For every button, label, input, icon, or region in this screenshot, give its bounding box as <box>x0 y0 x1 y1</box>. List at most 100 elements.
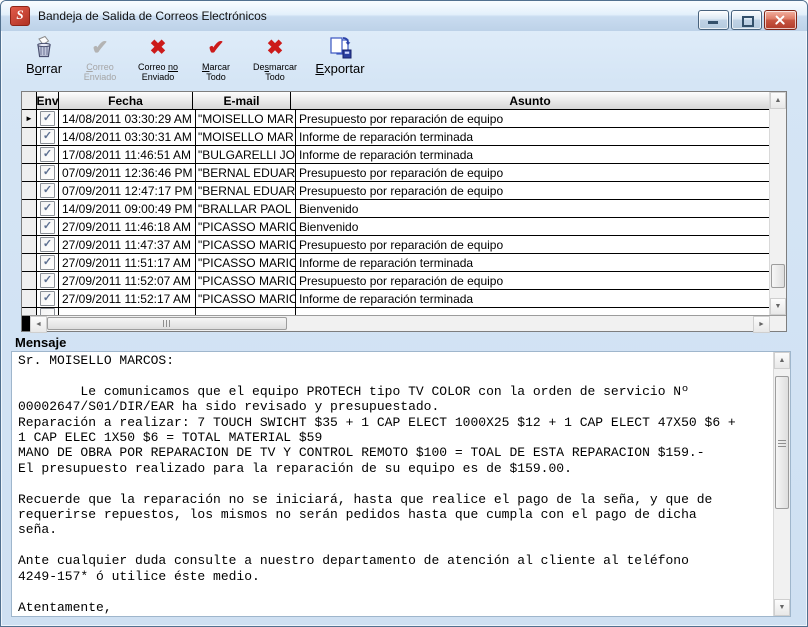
check-icon: ✓ <box>43 203 52 214</box>
cell-fecha: 07/09/2011 12:36:46 PM <box>59 164 196 181</box>
cell-email: "PICASSO MARIO <box>196 218 296 235</box>
check-icon: ✓ <box>43 275 52 286</box>
app-icon: S <box>10 6 30 26</box>
cell-fecha: 27/09/2011 11:51:17 AM <box>59 254 196 271</box>
cell-fecha: 07/09/2011 12:47:17 PM <box>59 182 196 199</box>
table-row[interactable]: ✓ 27/09/2011 11:51:17 AM "PICASSO MARIO … <box>22 254 769 272</box>
borrar-button[interactable]: Borrar <box>15 34 73 88</box>
env-checkbox[interactable]: ✓ <box>40 237 55 252</box>
grid-header: Env Fecha E-mail Asunto <box>22 92 769 110</box>
cell-email: "BRALLAR PAOL <box>196 200 296 217</box>
cell-fecha: 27/09/2011 11:47:37 AM <box>59 236 196 253</box>
cell-email: "PICASSO MARIO <box>196 272 296 289</box>
env-checkbox[interactable] <box>40 308 55 315</box>
arrow-right-icon: ► <box>758 321 765 328</box>
cell-email: "MOISELLO MAR <box>196 128 296 145</box>
col-header-email[interactable]: E-mail <box>193 92 291 109</box>
grid-vertical-scrollbar[interactable]: ▲ ▼ <box>769 92 786 315</box>
cell-asunto: Bienvenido <box>296 218 769 235</box>
cell-fecha: 27/09/2011 11:46:18 AM <box>59 218 196 235</box>
thumb-grip <box>163 320 172 327</box>
cell-email: "BERNAL EDUAR <box>196 182 296 199</box>
check-gray-icon: ✔ <box>92 37 109 59</box>
close-button[interactable] <box>764 10 797 30</box>
exportar-button[interactable]: Exportar <box>309 34 371 88</box>
table-row[interactable]: ✓ 07/09/2011 12:36:46 PM "BERNAL EDUAR P… <box>22 164 769 182</box>
col-header-asunto[interactable]: Asunto <box>291 92 769 109</box>
scroll-right-button[interactable]: ► <box>753 316 770 333</box>
cell-email: "BERNAL EDUAR <box>196 164 296 181</box>
marcar-todo-button[interactable]: ✔ Marcar Todo <box>191 34 241 88</box>
correo-enviado-label: Correo Enviado <box>84 62 117 82</box>
table-row[interactable]: ✓ 07/09/2011 12:47:17 PM "BERNAL EDUAR P… <box>22 182 769 200</box>
table-row-partial[interactable] <box>22 308 769 315</box>
maximize-button[interactable] <box>731 10 762 30</box>
correo-no-enviado-button[interactable]: ✖ Correo no Enviado <box>127 34 189 88</box>
check-red-icon: ✔ <box>208 37 225 59</box>
env-checkbox[interactable]: ✓ <box>40 201 55 216</box>
maximize-icon <box>742 16 754 27</box>
title-bar: S Bandeja de Salida de Correos Electróni… <box>1 1 807 31</box>
minimize-button[interactable] <box>698 10 729 30</box>
col-header-fecha[interactable]: Fecha <box>59 92 193 109</box>
borrar-label: Borrar <box>26 62 62 76</box>
env-checkbox[interactable]: ✓ <box>40 129 55 144</box>
env-checkbox[interactable]: ✓ <box>40 111 55 126</box>
table-row[interactable]: ✓ 27/09/2011 11:52:07 AM "PICASSO MARIO … <box>22 272 769 290</box>
table-row[interactable]: ✓ 27/09/2011 11:46:18 AM "PICASSO MARIO … <box>22 218 769 236</box>
arrow-up-icon: ▲ <box>779 357 786 364</box>
scroll-up-button[interactable]: ▲ <box>770 92 786 109</box>
env-checkbox[interactable]: ✓ <box>40 183 55 198</box>
table-row[interactable]: ✓ 27/09/2011 11:47:37 AM "PICASSO MARIO … <box>22 236 769 254</box>
app-window: S Bandeja de Salida de Correos Electróni… <box>0 0 808 627</box>
cell-asunto: Informe de reparación terminada <box>296 128 769 145</box>
grid-horizontal-scrollbar[interactable]: ◄ ► <box>22 315 786 331</box>
cell-asunto: Informe de reparación terminada <box>296 290 769 307</box>
mensaje-vertical-scrollbar[interactable]: ▲ ▼ <box>773 352 790 616</box>
cell-fecha: 14/08/2011 03:30:31 AM <box>59 128 196 145</box>
thumb-grip <box>778 438 786 447</box>
cell-asunto: Bienvenido <box>296 200 769 217</box>
check-icon: ✓ <box>43 113 52 124</box>
env-checkbox[interactable]: ✓ <box>40 255 55 270</box>
table-row[interactable]: ✓ 17/08/2011 11:46:51 AM "BULGARELLI JO … <box>22 146 769 164</box>
env-checkbox[interactable]: ✓ <box>40 291 55 306</box>
scroll-down-button[interactable]: ▼ <box>770 298 786 315</box>
check-icon: ✓ <box>43 239 52 250</box>
correo-enviado-button: ✔ Correo Enviado <box>75 34 125 88</box>
scroll-down-button[interactable]: ▼ <box>774 599 790 616</box>
scroll-left-button[interactable]: ◄ <box>30 316 47 333</box>
cell-asunto: Presupuesto por reparación de equipo <box>296 272 769 289</box>
env-checkbox[interactable]: ✓ <box>40 273 55 288</box>
check-icon: ✓ <box>43 131 52 142</box>
desmarcar-todo-button[interactable]: ✖ Desmarcar Todo <box>243 34 307 88</box>
arrow-up-icon: ▲ <box>775 97 782 104</box>
table-row[interactable]: ✓ 14/09/2011 09:00:49 PM "BRALLAR PAOL B… <box>22 200 769 218</box>
check-icon: ✓ <box>43 167 52 178</box>
check-icon: ✓ <box>43 293 52 304</box>
mensaje-textbox[interactable]: Sr. MOISELLO MARCOS: Le comunicamos que … <box>12 352 773 616</box>
cell-fecha: 17/08/2011 11:46:51 AM <box>59 146 196 163</box>
table-row[interactable]: ► ✓ 14/08/2011 03:30:29 AM "MOISELLO MAR… <box>22 110 769 128</box>
cell-fecha: 14/08/2011 03:30:29 AM <box>59 110 196 127</box>
correo-no-enviado-label: Correo no Enviado <box>138 62 178 82</box>
env-checkbox[interactable]: ✓ <box>40 147 55 162</box>
table-row[interactable]: ✓ 27/09/2011 11:52:17 AM "PICASSO MARIO … <box>22 290 769 308</box>
scrollbar-thumb[interactable] <box>775 376 789 509</box>
table-row[interactable]: ✓ 14/08/2011 03:30:31 AM "MOISELLO MAR I… <box>22 128 769 146</box>
check-icon: ✓ <box>43 221 52 232</box>
marcar-todo-label: Marcar Todo <box>202 62 230 82</box>
env-checkbox[interactable]: ✓ <box>40 219 55 234</box>
scrollbar-thumb[interactable] <box>47 317 287 330</box>
cell-asunto: Informe de reparación terminada <box>296 146 769 163</box>
cell-asunto: Presupuesto por reparación de equipo <box>296 182 769 199</box>
cell-email: "PICASSO MARIO <box>196 290 296 307</box>
cell-asunto: Presupuesto por reparación de equipo <box>296 110 769 127</box>
col-header-env[interactable]: Env <box>37 92 59 109</box>
scroll-up-button[interactable]: ▲ <box>774 352 790 369</box>
check-icon: ✓ <box>43 149 52 160</box>
cell-email: "PICASSO MARIO <box>196 236 296 253</box>
env-checkbox[interactable]: ✓ <box>40 165 55 180</box>
scrollbar-thumb[interactable] <box>771 264 785 288</box>
desmarcar-todo-label: Desmarcar Todo <box>253 62 297 82</box>
